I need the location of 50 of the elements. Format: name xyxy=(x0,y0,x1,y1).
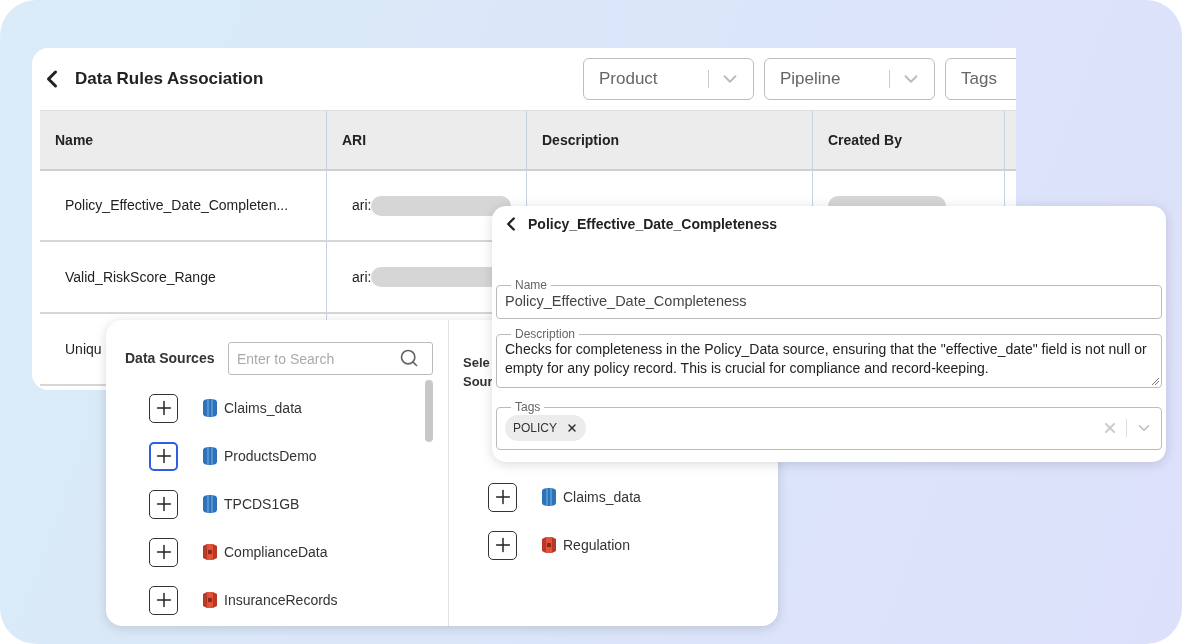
database-icon xyxy=(202,494,218,514)
search-icon xyxy=(399,348,419,368)
description-field[interactable]: Description Checks for completeness in the Policy_Data source, ensuring that the "effective_date" field is not null or empty for any policy record. This is crucial for compliance and record-keeping. xyxy=(496,328,1162,388)
table-cell-text: ari: xyxy=(352,267,372,287)
source-name[interactable]: ProductsDemo xyxy=(224,445,317,467)
filter-dropdown[interactable]: Tags xyxy=(945,58,1016,100)
field-label: Description xyxy=(514,328,577,340)
add-button[interactable] xyxy=(149,585,178,615)
name-field[interactable]: Name Policy_Effective_Date_Completeness xyxy=(496,279,1162,319)
tags-field[interactable]: Tags POLICY xyxy=(496,401,1162,450)
panel-title: Sele xyxy=(463,354,490,372)
add-button[interactable] xyxy=(149,441,178,471)
add-button[interactable] xyxy=(149,537,178,567)
column-header: Name xyxy=(40,111,327,169)
scrollbar-thumb[interactable] xyxy=(425,380,433,442)
column-header: Created By xyxy=(813,111,1005,169)
panel-title: Data Sources xyxy=(125,349,216,368)
source-name[interactable]: Regulation xyxy=(563,534,630,556)
table-cell-text: ari: xyxy=(352,196,372,215)
search-field[interactable]: Enter to Search xyxy=(228,342,433,375)
add-button[interactable] xyxy=(488,482,517,512)
field-label: Name xyxy=(514,279,548,291)
panel-title: Sour xyxy=(463,373,493,391)
table-cell-text: Uniqu xyxy=(65,339,102,359)
table-cell-text: Valid_RiskScore_Range xyxy=(65,267,216,287)
column-header: ARI xyxy=(327,111,527,169)
database-icon xyxy=(541,487,557,507)
source-name[interactable]: InsuranceRecords xyxy=(224,589,338,611)
filter-dropdown[interactable]: Pipeline xyxy=(764,58,935,100)
tag-chip: POLICY xyxy=(505,415,586,441)
source-name[interactable]: Claims_data xyxy=(224,397,302,419)
add-button[interactable] xyxy=(149,489,178,519)
resize-handle-icon xyxy=(1151,377,1159,385)
page-title: Data Rules Association xyxy=(75,68,264,91)
field-label: Tags xyxy=(514,401,542,413)
database-icon xyxy=(202,398,218,418)
bucket-icon xyxy=(202,542,218,562)
database-icon xyxy=(202,446,218,466)
source-name[interactable]: ComplianceData xyxy=(224,541,328,563)
remove-tag-icon[interactable] xyxy=(566,422,578,434)
table-cell-text: Policy_Effective_Date_Completen... xyxy=(65,196,289,215)
add-button[interactable] xyxy=(488,530,517,560)
bucket-icon xyxy=(202,590,218,610)
source-name[interactable]: Claims_data xyxy=(563,486,641,508)
source-name[interactable]: TPCDS1GB xyxy=(224,493,300,515)
detail-title: Policy_Effective_Date_Completeness xyxy=(528,214,777,234)
add-button[interactable] xyxy=(149,393,178,423)
column-header: Description xyxy=(527,111,813,169)
bucket-icon xyxy=(541,535,557,555)
filter-dropdown[interactable]: Product xyxy=(583,58,754,100)
